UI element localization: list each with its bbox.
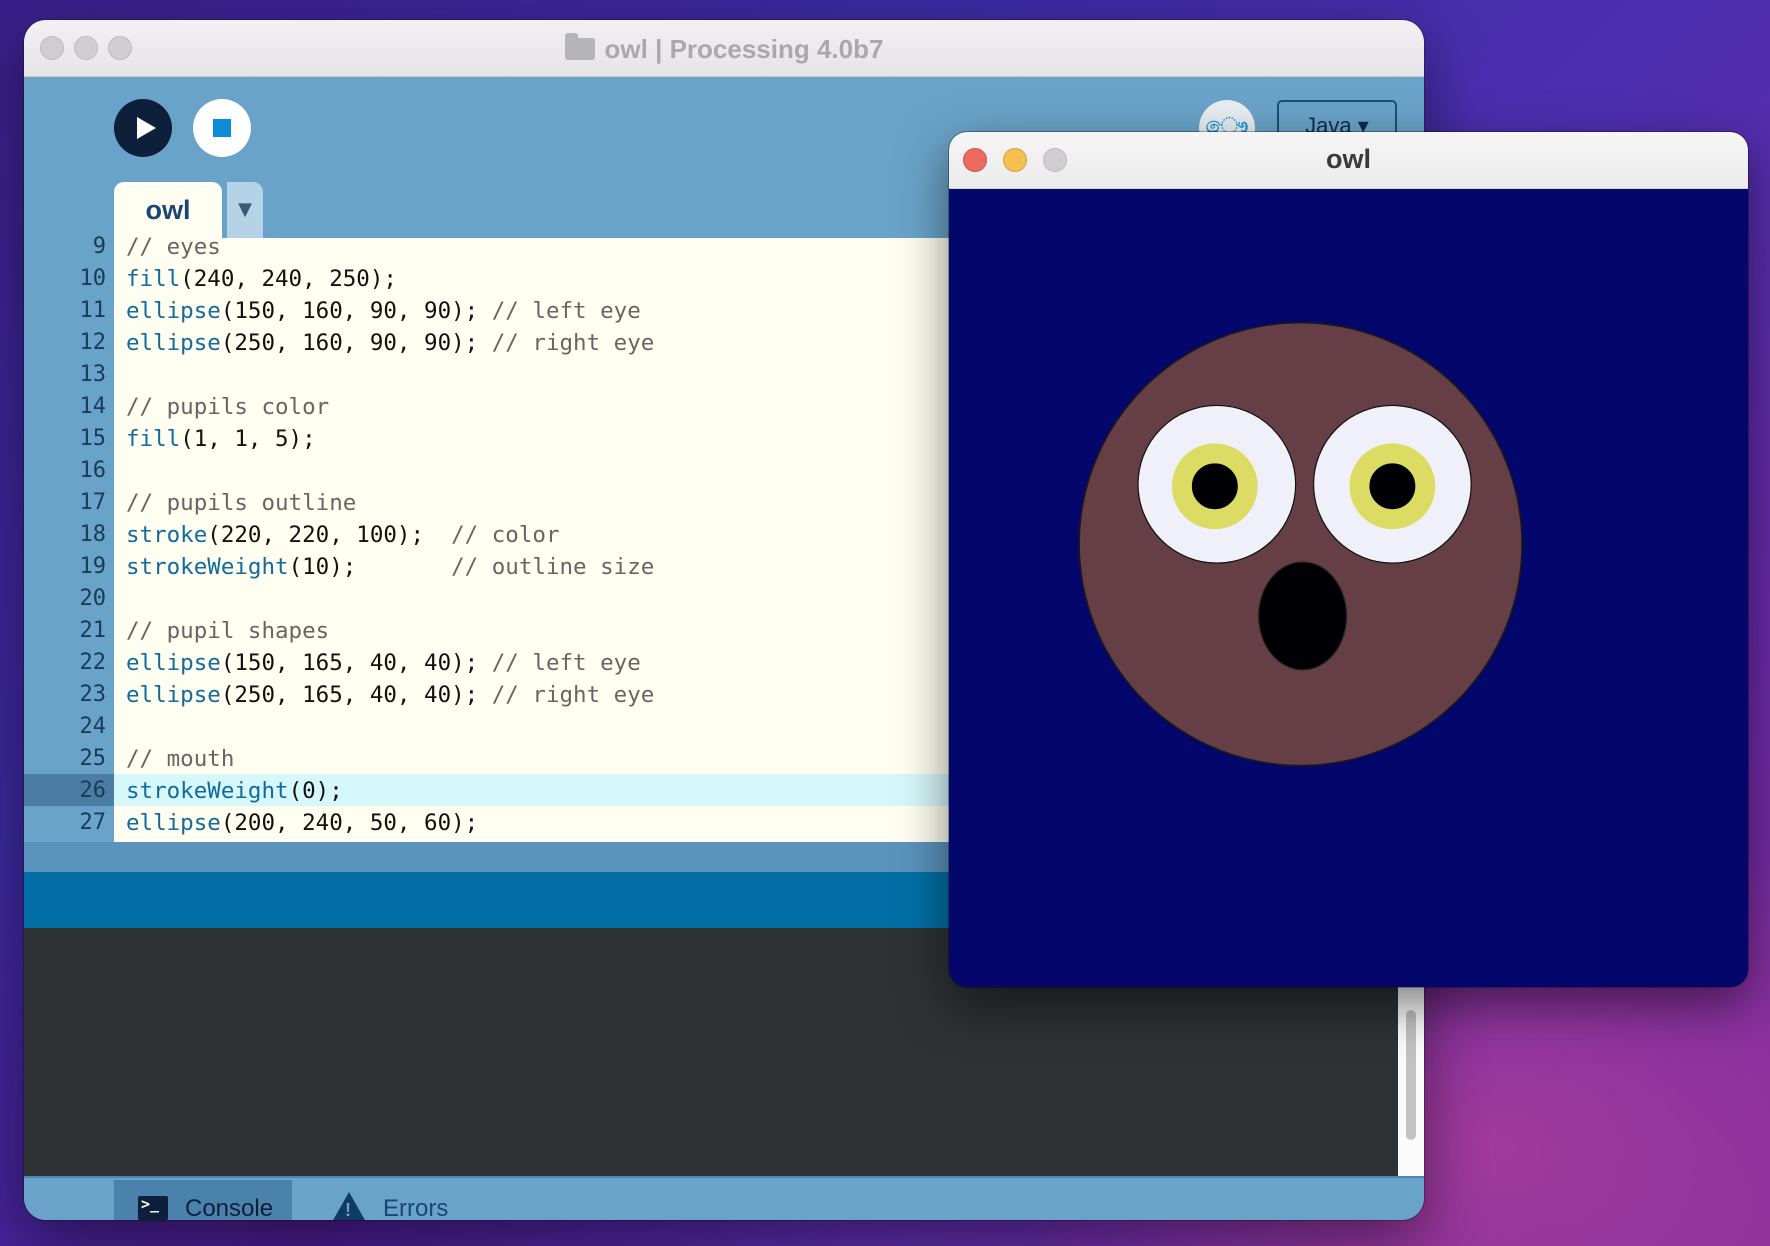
bottom-tab-bar: Console Errors — [24, 1176, 1424, 1220]
code-text: fill(1, 1, 5); — [126, 426, 316, 452]
comment-token: // pupils outline — [126, 490, 357, 516]
owl-left-pupil — [1171, 443, 1258, 530]
code-text: strokeWeight(0); — [126, 778, 343, 804]
code-token: (240, 240, 250); — [180, 266, 397, 292]
line-number: 27 — [79, 810, 107, 835]
line-number: 23 — [79, 682, 107, 707]
sketch-titlebar[interactable]: owl — [949, 132, 1748, 189]
code-text: // mouth — [126, 746, 234, 772]
line-number: 10 — [79, 266, 107, 291]
line-number: 14 — [79, 394, 107, 419]
owl-head — [1078, 321, 1523, 767]
tab-errors[interactable]: Errors — [314, 1180, 494, 1220]
errors-tab-label: Errors — [383, 1195, 449, 1220]
console-tab-label: Console — [185, 1195, 274, 1220]
comment-token: // eyes — [126, 234, 221, 260]
line-number: 13 — [79, 362, 107, 387]
code-text: // eyes — [126, 234, 221, 260]
line-number: 16 — [79, 458, 107, 483]
line-number: 22 — [79, 650, 107, 675]
tab-console[interactable]: Console — [114, 1180, 292, 1220]
code-text: ellipse(150, 160, 90, 90); // left eye — [126, 298, 641, 324]
code-token: (200, 240, 50, 60); — [220, 810, 479, 836]
sketch-title: owl — [1326, 144, 1371, 174]
function-token: ellipse — [126, 810, 221, 836]
comment-token: // left eye — [491, 650, 641, 676]
function-token: ellipse — [126, 650, 221, 676]
code-token: (250, 165, 40, 40); — [220, 682, 492, 708]
function-token: stroke — [126, 522, 208, 548]
comment-token: // outline size — [451, 554, 655, 580]
run-button[interactable] — [114, 99, 172, 157]
line-number: 26 — [79, 778, 107, 803]
code-text: stroke(220, 220, 100); // color — [126, 522, 560, 548]
function-token: ellipse — [126, 330, 221, 356]
code-text: // pupil shapes — [126, 618, 329, 644]
code-token: (250, 160, 90, 90); — [220, 330, 492, 356]
code-text: ellipse(150, 165, 40, 40); // left eye — [126, 650, 641, 676]
window-title: owl | Processing 4.0b7 — [24, 33, 1424, 65]
code-text: ellipse(250, 160, 90, 90); // right eye — [126, 330, 654, 356]
line-number: 17 — [79, 490, 107, 515]
code-text: strokeWeight(10); // outline size — [126, 554, 654, 580]
line-number: 18 — [79, 522, 107, 547]
comment-token: // pupil shapes — [126, 618, 330, 644]
owl-mouth — [1258, 561, 1348, 671]
function-token: fill — [126, 266, 181, 292]
code-text: ellipse(200, 240, 50, 60); — [126, 810, 478, 836]
comment-token: // mouth — [126, 746, 235, 772]
line-number: 21 — [79, 618, 107, 643]
comment-token: // right eye — [491, 682, 655, 708]
line-number: 11 — [79, 298, 107, 323]
console-scroll-thumb[interactable] — [1406, 1010, 1416, 1140]
comment-token: // right eye — [491, 330, 655, 356]
window-title-text: owl | Processing 4.0b7 — [604, 34, 884, 64]
code-text: // pupils outline — [126, 490, 356, 516]
stop-button[interactable] — [193, 99, 251, 157]
line-number: 9 — [92, 234, 106, 259]
code-text: ellipse(250, 165, 40, 40); // right eye — [126, 682, 654, 708]
line-number: 20 — [79, 586, 107, 611]
comment-token: // color — [451, 522, 560, 548]
comment-token: // pupils color — [126, 394, 330, 420]
code-token: (150, 165, 40, 40); — [220, 650, 492, 676]
sketch-canvas — [949, 189, 1748, 987]
line-number: 24 — [79, 714, 107, 739]
function-token: ellipse — [126, 298, 221, 324]
warning-icon — [332, 1192, 366, 1220]
sketch-window: owl — [949, 132, 1748, 987]
code-token: (1, 1, 5); — [180, 426, 316, 452]
folder-icon — [564, 33, 595, 60]
line-number: 15 — [79, 426, 107, 451]
code-text: fill(240, 240, 250); — [126, 266, 397, 292]
function-token: strokeWeight — [126, 778, 289, 804]
line-number: 19 — [79, 554, 107, 579]
function-token: strokeWeight — [126, 554, 289, 580]
code-token: (10); — [288, 554, 452, 580]
function-token: fill — [126, 426, 181, 452]
code-token: (150, 160, 90, 90); — [220, 298, 492, 324]
code-text: // pupils color — [126, 394, 329, 420]
line-number: 25 — [79, 746, 107, 771]
terminal-icon — [138, 1195, 168, 1220]
code-token: (0); — [288, 778, 343, 804]
comment-token: // left eye — [491, 298, 641, 324]
function-token: ellipse — [126, 682, 221, 708]
ide-titlebar[interactable]: owl | Processing 4.0b7 — [24, 20, 1424, 77]
line-number: 12 — [79, 330, 107, 355]
code-token: (220, 220, 100); — [207, 522, 452, 548]
owl-right-pupil — [1349, 443, 1436, 530]
